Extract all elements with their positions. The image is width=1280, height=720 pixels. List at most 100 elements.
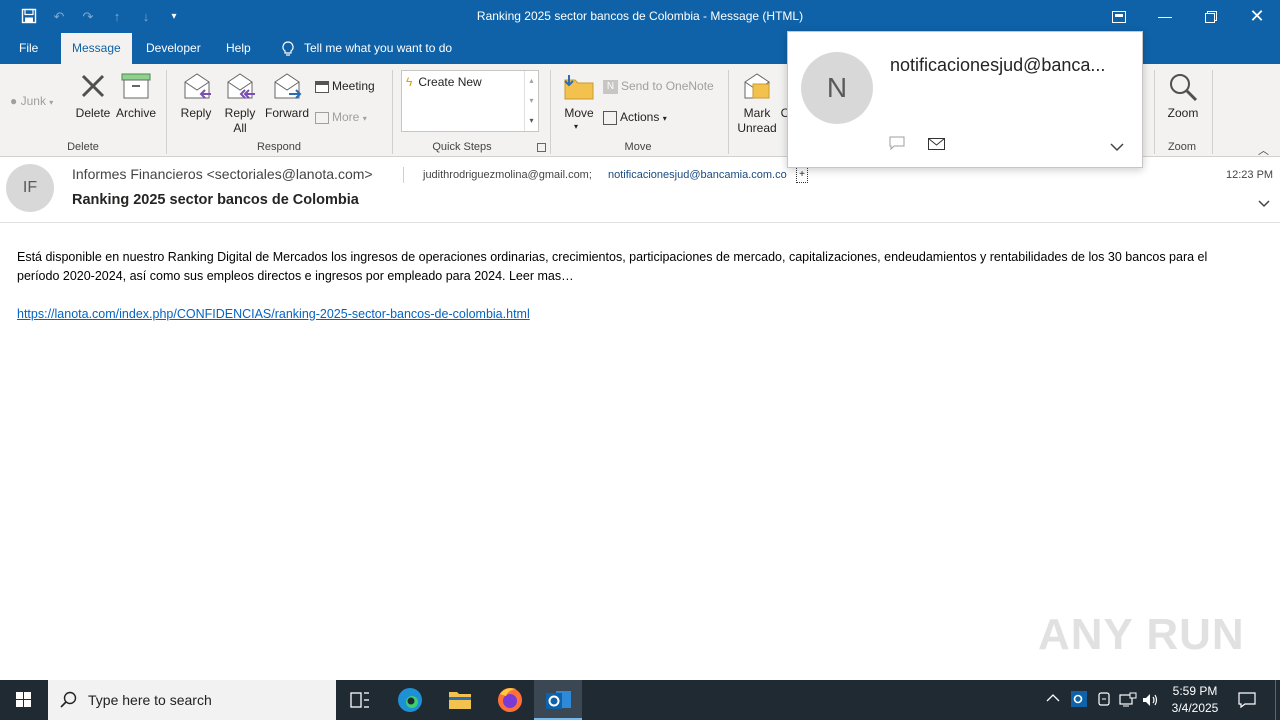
lightbulb-icon	[280, 33, 296, 64]
ribbon-separator	[166, 70, 167, 154]
expand-gallery-icon[interactable]: ▾	[525, 111, 538, 131]
tab-file[interactable]: File	[8, 33, 49, 64]
message-subject: Ranking 2025 sector bancos de Colombia	[72, 192, 359, 208]
start-button[interactable]	[0, 680, 48, 720]
watermark: ANY RUN	[1038, 610, 1245, 659]
message-body: Está disponible en nuestro Ranking Digit…	[17, 248, 1217, 324]
sender-name[interactable]: Informes Financieros <sectoriales@lanota…	[72, 166, 373, 182]
task-view-icon	[350, 692, 369, 708]
body-paragraph: Está disponible en nuestro Ranking Digit…	[17, 250, 1208, 283]
tab-message[interactable]: Message	[61, 33, 132, 64]
mark-unread-button[interactable]: Mark Unread	[736, 70, 780, 140]
restore-button[interactable]	[1188, 0, 1234, 33]
tab-developer[interactable]: Developer	[135, 33, 212, 64]
volume-icon[interactable]	[1142, 692, 1160, 720]
chevron-down-icon: ▾	[362, 114, 367, 123]
delete-button[interactable]: Delete	[74, 70, 112, 128]
forward-label: Forward	[264, 106, 309, 120]
mail-icon[interactable]	[928, 137, 945, 155]
edge-icon	[398, 688, 422, 712]
junk-button[interactable]: ● Junk ▾	[10, 92, 53, 110]
scroll-down-icon[interactable]: ▾	[525, 91, 538, 111]
actions-label: Actions	[620, 110, 660, 124]
recipient-2[interactable]: notificacionesjud@bancamia.com.co	[608, 169, 787, 181]
ribbon-display-options-icon[interactable]	[1096, 0, 1142, 33]
firefox-button[interactable]	[486, 680, 534, 720]
chevron-down-icon[interactable]	[1110, 139, 1124, 157]
zoom-label: Zoom	[1167, 106, 1199, 120]
notification-center-icon[interactable]	[1238, 691, 1256, 720]
mark-unread-label-line2: Unread	[737, 121, 777, 135]
group-zoom-label: Zoom	[1167, 141, 1197, 153]
window-title: Ranking 2025 sector bancos de Colombia -…	[476, 9, 804, 23]
taskbar-clock[interactable]: 5:59 PM 3/4/2025	[1166, 683, 1224, 720]
magnifier-icon	[1168, 72, 1198, 107]
quick-steps-gallery[interactable]: ϟ Create New ▴ ▾ ▾	[401, 70, 539, 132]
close-button[interactable]: ✕	[1234, 0, 1280, 33]
clock-time: 5:59 PM	[1172, 684, 1218, 698]
minimize-button[interactable]: —	[1142, 0, 1188, 33]
mark-unread-icon	[741, 72, 773, 107]
folder-icon	[449, 692, 471, 709]
actions-button[interactable]: Actions ▾	[603, 108, 667, 126]
chevron-down-icon: ▾	[662, 114, 667, 123]
search-icon	[60, 691, 78, 712]
send-to-onenote-button[interactable]: N Send to OneNote	[603, 77, 714, 95]
edge-taskbar-button[interactable]	[386, 680, 434, 720]
move-button[interactable]: Move ▾	[560, 70, 598, 140]
chat-icon[interactable]	[889, 136, 905, 155]
recipient-1[interactable]: judithrodriguezmolina@gmail.com;	[423, 169, 592, 181]
more-respond-button[interactable]: More ▾	[315, 108, 367, 126]
ribbon-separator	[1154, 70, 1155, 154]
send-to-onenote-label: Send to OneNote	[621, 79, 714, 93]
collapse-ribbon-icon[interactable]: ︿	[1258, 142, 1269, 158]
chevron-down-icon: ▾	[574, 122, 579, 131]
more-recipients-button[interactable]: +	[796, 167, 808, 183]
move-folder-icon	[563, 72, 595, 107]
device-tray-icon[interactable]	[1096, 691, 1112, 720]
outlook-taskbar-button[interactable]	[534, 680, 582, 720]
show-hidden-icons[interactable]	[1046, 692, 1060, 720]
group-delete-label: Delete	[67, 141, 99, 153]
tab-help[interactable]: Help	[215, 33, 262, 64]
task-view-button[interactable]	[336, 680, 384, 720]
title-bar: ↶ ↷ ↑ ↓ ▾ Ranking 2025 sector bancos de …	[0, 0, 1280, 33]
received-time: 12:23 PM	[1226, 169, 1274, 181]
quick-step-create-new[interactable]: ϟ Create New	[406, 73, 482, 91]
mark-unread-label-line1: Mark	[743, 106, 771, 120]
sender-avatar[interactable]: IF	[6, 164, 54, 212]
group-move-label: Move	[624, 141, 652, 153]
delete-label: Delete	[75, 106, 111, 120]
group-quick-steps-label: Quick Steps	[432, 141, 492, 153]
junk-label: Junk	[20, 94, 46, 108]
reply-all-button[interactable]: Reply All	[221, 70, 259, 140]
outlook-icon	[546, 691, 571, 709]
outlook-window: ↶ ↷ ↑ ↓ ▾ Ranking 2025 sector bancos de …	[0, 0, 1280, 720]
forward-button[interactable]: Forward	[264, 70, 310, 128]
reply-button[interactable]: Reply	[178, 70, 214, 128]
show-desktop-button[interactable]	[1275, 680, 1280, 720]
reply-all-label-line2: All	[233, 121, 247, 135]
meeting-icon	[315, 80, 329, 93]
clock-date: 3/4/2025	[1171, 701, 1219, 715]
reply-icon	[181, 72, 213, 107]
network-icon[interactable]	[1119, 692, 1137, 720]
contact-card: N notificacionesjud@banca...	[787, 31, 1143, 168]
ribbon-separator	[550, 70, 551, 154]
taskbar-search-box[interactable]: Type here to search	[48, 680, 336, 720]
expand-header-icon[interactable]	[1258, 197, 1270, 211]
scroll-up-icon[interactable]: ▴	[525, 71, 538, 91]
taskbar: Type here to search 5:59 PM 3/4/2025	[0, 680, 1280, 720]
outlook-tray-icon[interactable]	[1071, 691, 1087, 720]
archive-button[interactable]: Archive	[116, 70, 156, 128]
firefox-icon	[498, 688, 522, 712]
file-explorer-button[interactable]	[436, 680, 484, 720]
meeting-button[interactable]: Meeting	[315, 77, 375, 95]
tell-me-search[interactable]: Tell me what you want to do	[280, 33, 452, 64]
create-new-label: Create New	[418, 75, 482, 89]
dialog-launcher-icon[interactable]	[537, 143, 546, 152]
article-link[interactable]: https://lanota.com/index.php/CONFIDENCIA…	[17, 307, 530, 321]
zoom-button[interactable]: Zoom	[1162, 70, 1204, 128]
lightning-icon: ϟ	[406, 75, 413, 89]
quick-steps-scroll[interactable]: ▴ ▾ ▾	[524, 71, 538, 131]
